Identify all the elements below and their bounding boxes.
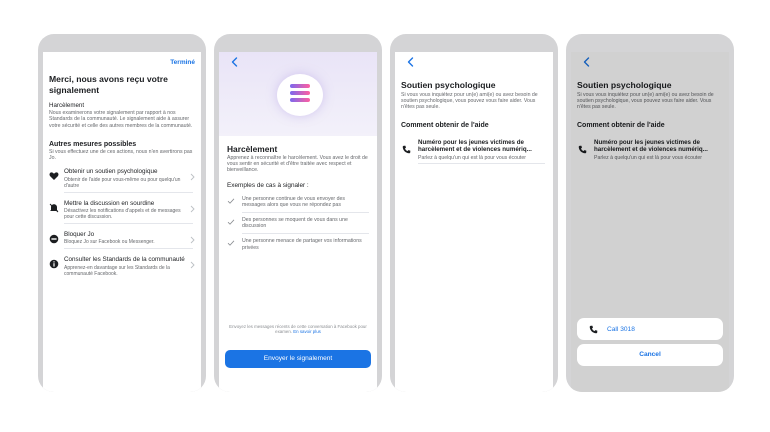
phone-frame-support: Soutien psychologique Si vous vous inqui… bbox=[390, 34, 558, 392]
chevron-right-icon bbox=[190, 236, 195, 244]
footer-note: Envoyez les messages récents de cette co… bbox=[229, 324, 367, 335]
action-description: Bloquez Jo sur Facebook ou Messenger. bbox=[64, 239, 155, 246]
phone-icon bbox=[589, 325, 598, 334]
more-actions-title: Autres mesures possibles bbox=[49, 140, 137, 148]
page-description: Si vous vous inquiétez pour un(e) ami(e)… bbox=[401, 91, 538, 110]
page-title: Merci, nous avons reçu votre signalement bbox=[49, 74, 168, 95]
done-button[interactable]: Terminé bbox=[170, 59, 195, 66]
info-icon bbox=[49, 260, 59, 269]
phone-frame-call-sheet: Soutien psychologique Si vous vous inqui… bbox=[566, 34, 734, 392]
chevron-right-icon bbox=[190, 173, 195, 181]
action-block-user[interactable]: Bloquer Jo Bloquez Jo sur Facebook ou Me… bbox=[43, 224, 201, 248]
call-label: Call 3018 bbox=[607, 325, 635, 333]
action-description: Apprenez-en davantage sur les Standards … bbox=[64, 264, 170, 277]
action-title: Bloquer Jo bbox=[64, 231, 95, 239]
screen-support: Soutien psychologique Si vous vous inqui… bbox=[395, 52, 553, 392]
action-get-support[interactable]: Obtenir un soutien psychologique Obtenir… bbox=[43, 161, 201, 191]
dim-overlay[interactable] bbox=[571, 52, 729, 392]
page-title: Soutien psychologique bbox=[401, 80, 496, 90]
hero-banner bbox=[219, 52, 377, 136]
action-title: Obtenir un soutien psychologique bbox=[64, 168, 158, 176]
cancel-button[interactable]: Cancel bbox=[577, 344, 723, 366]
phone-frame-harassment: Harcèlement Apprenez à reconnaître le ha… bbox=[214, 34, 382, 392]
help-title: Comment obtenir de l'aide bbox=[401, 122, 489, 130]
report-description: Nous examinerons votre signalement par r… bbox=[49, 110, 193, 129]
action-title: Consulter les Standards de la communauté bbox=[64, 256, 185, 264]
bubble-line bbox=[290, 98, 310, 102]
chat-bubble-illustration bbox=[277, 74, 323, 116]
back-arrow-icon[interactable] bbox=[405, 56, 417, 68]
action-description: Désactivez les notifications d'appels et… bbox=[64, 208, 181, 221]
top-bar bbox=[395, 52, 553, 74]
example-text: Une personne menace de partager vos info… bbox=[242, 238, 362, 251]
example-item: Une personne menace de partager vos info… bbox=[219, 234, 377, 254]
top-bar: Terminé bbox=[43, 52, 201, 74]
page-description: Apprenez à reconnaître le harcèlement. V… bbox=[227, 155, 368, 174]
bubble-line bbox=[290, 84, 310, 88]
checkmark-icon bbox=[227, 239, 235, 247]
example-text: Des personnes se moquent de vous dans un… bbox=[242, 217, 348, 230]
mute-icon bbox=[49, 203, 59, 212]
block-icon bbox=[49, 234, 59, 244]
action-community-standards[interactable]: Consulter les Standards de la communauté… bbox=[43, 249, 201, 279]
phone-icon bbox=[402, 145, 411, 154]
phone-frame-confirmation: Terminé Merci, nous avons reçu votre sig… bbox=[38, 34, 206, 392]
screen-confirmation: Terminé Merci, nous avons reçu votre sig… bbox=[43, 52, 201, 392]
chevron-right-icon bbox=[190, 205, 195, 213]
screen-call-sheet: Soutien psychologique Si vous vous inqui… bbox=[571, 52, 729, 392]
bubble-line bbox=[290, 91, 310, 95]
action-mute-conversation[interactable]: Mettre la discussion en sourdine Désacti… bbox=[43, 193, 201, 223]
back-arrow-icon[interactable] bbox=[229, 56, 241, 68]
helpline-item[interactable]: Numéro pour les jeunes victimes de harcè… bbox=[395, 129, 553, 163]
call-button[interactable]: Call 3018 bbox=[577, 318, 723, 340]
report-category: Harcèlement bbox=[49, 102, 85, 109]
page-title: Harcèlement bbox=[227, 144, 278, 154]
chevron-right-icon bbox=[190, 261, 195, 269]
checkmark-icon bbox=[227, 197, 235, 205]
example-text: Une personne continue de vous envoyer de… bbox=[242, 195, 345, 208]
screen-harassment: Harcèlement Apprenez à reconnaître le ha… bbox=[219, 52, 377, 392]
action-description: Obtenir de l'aide pour vous-même ou pour… bbox=[64, 176, 181, 189]
example-item: Une personne continue de vous envoyer de… bbox=[219, 192, 377, 212]
examples-title: Exemples de cas à signaler : bbox=[227, 181, 309, 189]
divider bbox=[418, 162, 545, 164]
helpline-description: Parlez à quelqu'un qui est là pour vous … bbox=[418, 154, 526, 161]
more-actions-description: Si vous effectuez une de ces actions, no… bbox=[49, 148, 193, 162]
heart-icon bbox=[49, 172, 59, 181]
checkmark-icon bbox=[227, 218, 235, 226]
send-report-button[interactable]: Envoyer le signalement bbox=[225, 350, 371, 368]
learn-more-link[interactable]: En savoir plus bbox=[293, 329, 321, 334]
helpline-title: Numéro pour les jeunes victimes de harcè… bbox=[418, 139, 532, 154]
example-item: Des personnes se moquent de vous dans un… bbox=[219, 213, 377, 233]
action-title: Mettre la discussion en sourdine bbox=[64, 199, 155, 207]
